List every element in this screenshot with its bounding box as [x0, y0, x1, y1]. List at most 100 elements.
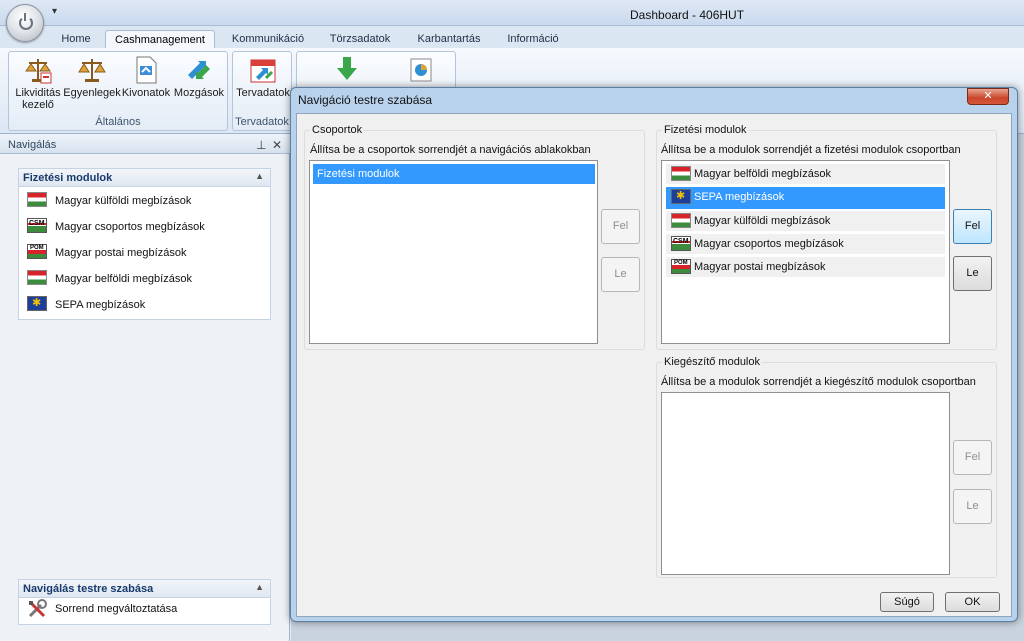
payment-modules-down-button[interactable]: Le — [953, 256, 992, 291]
ribbon-group-label: Tervadatok — [235, 116, 289, 128]
list-item[interactable]: Magyar csoportos megbízások — [666, 234, 945, 254]
nav-section-fizetesi-modulok: Fizetési modulok ▲ Magyar külföldi megbí… — [18, 168, 271, 320]
dialog-title: Navigáció testre szabása — [298, 93, 433, 107]
nav-item-magyar-kulfoldi[interactable]: Magyar külföldi megbízások — [19, 187, 270, 213]
list-item[interactable]: Magyar külföldi megbízások — [666, 211, 945, 231]
likviditas-kezelo-button[interactable]: Likviditás kezelő — [12, 55, 64, 111]
mozgasok-button[interactable]: Mozgások — [171, 55, 227, 99]
csm-icon — [671, 236, 691, 251]
ribbon-group-altalanos: Likviditás kezelő Egyenlegek Kivonatok M… — [8, 51, 228, 131]
flag-hu-icon — [671, 213, 691, 228]
list-item[interactable]: Magyar postai megbízások — [666, 257, 945, 277]
statement-icon — [131, 55, 161, 85]
pie-chart-document-icon — [406, 55, 436, 85]
groups-up-button[interactable]: Fel — [601, 209, 640, 244]
payment-modules-listbox[interactable]: Magyar belföldi megbízások SEPA megbízás… — [661, 160, 950, 344]
kivonatok-button[interactable]: Kivonatok — [121, 55, 171, 99]
pin-icon[interactable]: ⊥ — [256, 138, 266, 152]
groups-description: Állítsa be a csoportok sorrendjét a navi… — [310, 144, 591, 156]
nav-item-magyar-belfoldi[interactable]: Magyar belföldi megbízások — [19, 265, 270, 291]
ok-button[interactable]: OK — [945, 592, 1000, 612]
list-item[interactable]: Fizetési modulok — [313, 164, 595, 184]
tab-informacio[interactable]: Információ — [496, 30, 570, 48]
download-arrow-icon — [332, 55, 362, 85]
groups-groupbox-title: Csoportok — [310, 124, 365, 136]
dialog-close-button[interactable]: ✕ — [967, 88, 1009, 105]
close-icon: ✕ — [983, 90, 993, 102]
nav-item-sorrend[interactable]: Sorrend megváltoztatása — [19, 598, 270, 624]
tab-home[interactable]: Home — [50, 30, 102, 48]
list-item-label: Magyar csoportos megbízások — [694, 238, 844, 250]
tools-icon — [27, 599, 47, 618]
list-item-label: Magyar postai megbízások — [694, 261, 826, 273]
nav-item-label: Magyar belföldi megbízások — [55, 273, 192, 285]
nav-section-header[interactable]: Navigálás testre szabása ▲ — [19, 580, 270, 598]
egyenlegek-button[interactable]: Egyenlegek — [63, 55, 121, 99]
list-item-label: Magyar külföldi megbízások — [694, 215, 831, 227]
mozgasok-label: Mozgások — [173, 87, 225, 99]
help-button[interactable]: Súgó — [880, 592, 934, 612]
tab-cashmanagement[interactable]: Cashmanagement — [105, 30, 215, 48]
nav-item-label: Magyar külföldi megbízások — [55, 195, 192, 207]
navigation-pane-title: Navigálás — [8, 139, 57, 151]
list-item[interactable]: SEPA megbízások — [666, 187, 945, 209]
pom-icon — [671, 259, 691, 274]
title-bar — [0, 0, 1024, 26]
nav-section-header[interactable]: Fizetési modulok ▲ — [19, 169, 270, 187]
transfer-arrows-icon — [184, 55, 214, 85]
flag-hu-icon — [27, 270, 47, 285]
egyenlegek-label: Egyenlegek — [63, 87, 121, 99]
payment-modules-description: Állítsa be a modulok sorrendjét a fizeté… — [661, 144, 961, 156]
list-item-label: Magyar belföldi megbízások — [694, 168, 831, 180]
list-item-label: SEPA megbízások — [694, 191, 785, 203]
groups-listbox[interactable]: Fizetési modulok — [309, 160, 598, 344]
ribbon-group-tervadatok: Tervadatok Tervadatok — [232, 51, 292, 131]
payment-modules-groupbox-title: Fizetési modulok — [662, 124, 749, 136]
nav-item-sepa[interactable]: SEPA megbízások — [19, 291, 270, 317]
groups-down-button[interactable]: Le — [601, 257, 640, 292]
nav-item-magyar-csoportos[interactable]: Magyar csoportos megbízások — [19, 213, 270, 239]
nav-section-testre-szabas: Navigálás testre szabása ▲ Sorrend megvá… — [18, 579, 271, 625]
scales-icon — [23, 55, 53, 85]
extra-modules-listbox[interactable] — [661, 392, 950, 575]
flag-hu-icon — [27, 192, 47, 207]
power-icon — [19, 13, 33, 30]
flag-hu-icon — [671, 166, 691, 181]
list-item[interactable]: Magyar belföldi megbízások — [666, 164, 945, 184]
navigation-pane-header: Navigálás ⊥ ✕ — [0, 134, 290, 154]
likviditas-kezelo-label: Likviditás kezelő — [15, 87, 61, 111]
tab-kommunikacio[interactable]: Kommunikáció — [222, 30, 314, 48]
close-icon[interactable]: ✕ — [272, 138, 282, 152]
calendar-transfer-icon — [248, 55, 278, 85]
tab-karbantartas[interactable]: Karbantartás — [408, 30, 490, 48]
nav-section-title: Fizetési modulok — [23, 172, 113, 184]
kivonatok-label: Kivonatok — [121, 87, 171, 99]
extra-modules-down-button[interactable]: Le — [953, 489, 992, 524]
window-title: Dashboard - 406HUT — [630, 8, 745, 22]
collapse-chevron-icon[interactable]: ▲ — [255, 171, 264, 181]
tervadatok-button[interactable]: Tervadatok — [235, 55, 291, 99]
nav-item-label: Magyar csoportos megbízások — [55, 221, 205, 233]
csm-icon — [27, 218, 47, 233]
nav-item-label: SEPA megbízások — [55, 299, 146, 311]
extra-modules-groupbox-title: Kiegészítő modulok — [662, 356, 762, 368]
nav-section-title: Navigálás testre szabása — [23, 583, 154, 595]
eu-flag-icon — [671, 189, 691, 204]
tervadatok-label: Tervadatok — [236, 87, 290, 99]
balance-icon — [77, 55, 107, 85]
report-button[interactable] — [401, 55, 441, 87]
extra-modules-description: Állítsa be a modulok sorrendjét a kiegés… — [661, 376, 976, 388]
payment-modules-up-button[interactable]: Fel — [953, 209, 992, 244]
extra-modules-up-button[interactable]: Fel — [953, 440, 992, 475]
ribbon-group-label: Általános — [95, 116, 141, 128]
nav-item-label: Magyar postai megbízások — [55, 247, 187, 259]
collapse-chevron-icon[interactable]: ▲ — [255, 582, 264, 592]
pom-icon — [27, 244, 47, 259]
application-menu-button[interactable] — [6, 4, 44, 42]
nav-item-magyar-postai[interactable]: Magyar postai megbízások — [19, 239, 270, 265]
quick-access-dropdown[interactable]: ▾ — [52, 6, 57, 17]
eu-flag-icon — [27, 296, 47, 311]
download-button[interactable] — [327, 55, 367, 87]
nav-item-label: Sorrend megváltoztatása — [55, 603, 178, 615]
tab-torzsadatok[interactable]: Törzsadatok — [320, 30, 400, 48]
